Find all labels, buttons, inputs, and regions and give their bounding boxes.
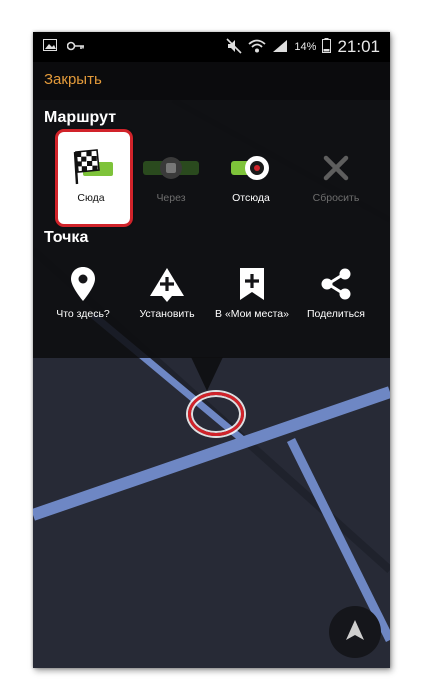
phone-screen: 14% 21:01 Закрыть Маршрут Сюда Через Отс…	[33, 32, 390, 668]
route-via-button[interactable]: Через	[129, 148, 213, 205]
map-pin-icon	[41, 264, 125, 304]
add-to-my-places-label: В «Мои места»	[215, 308, 289, 320]
selected-point-highlight	[188, 392, 244, 436]
battery-icon	[322, 38, 332, 56]
set-marker-button[interactable]: Установить	[125, 264, 209, 321]
mute-icon	[226, 37, 242, 57]
signal-icon	[272, 39, 288, 56]
navigation-arrow-icon	[345, 619, 365, 646]
share-label: Поделиться	[307, 308, 365, 320]
start-point-icon	[209, 148, 293, 188]
clock: 21:01	[337, 37, 380, 56]
what-is-here-label: Что здесь?	[56, 308, 110, 320]
key-icon	[66, 39, 85, 54]
my-location-button[interactable]	[329, 606, 381, 658]
route-reset-button[interactable]: Сбросить	[294, 148, 378, 205]
route-via-label: Через	[156, 192, 186, 204]
route-section-title: Маршрут	[44, 109, 117, 126]
what-is-here-button[interactable]: Что здесь?	[41, 264, 125, 321]
panel-pointer	[191, 357, 223, 391]
route-from-here-button[interactable]: Отсюда	[209, 148, 293, 205]
route-from-here-label: Отсюда	[232, 192, 270, 204]
share-icon	[294, 264, 378, 304]
status-bar: 14% 21:01	[33, 32, 390, 62]
checkered-flag-icon	[49, 148, 133, 188]
point-section-title: Точка	[44, 229, 89, 246]
image-notification-icon	[43, 39, 57, 54]
add-marker-icon	[125, 264, 209, 304]
via-point-icon	[129, 148, 213, 188]
share-button[interactable]: Поделиться	[294, 264, 378, 321]
route-to-here-label: Сюда	[77, 192, 105, 204]
route-reset-label: Сбросить	[312, 192, 360, 204]
route-to-here-button[interactable]: Сюда	[49, 148, 133, 205]
set-marker-label: Установить	[139, 308, 195, 320]
close-icon	[294, 148, 378, 188]
header-bar: Закрыть	[33, 62, 390, 100]
close-button[interactable]: Закрыть	[44, 71, 102, 88]
bookmark-add-icon	[210, 264, 294, 304]
wifi-icon	[248, 38, 267, 57]
add-to-my-places-button[interactable]: В «Мои места»	[210, 264, 294, 321]
battery-percent: 14%	[294, 41, 317, 53]
